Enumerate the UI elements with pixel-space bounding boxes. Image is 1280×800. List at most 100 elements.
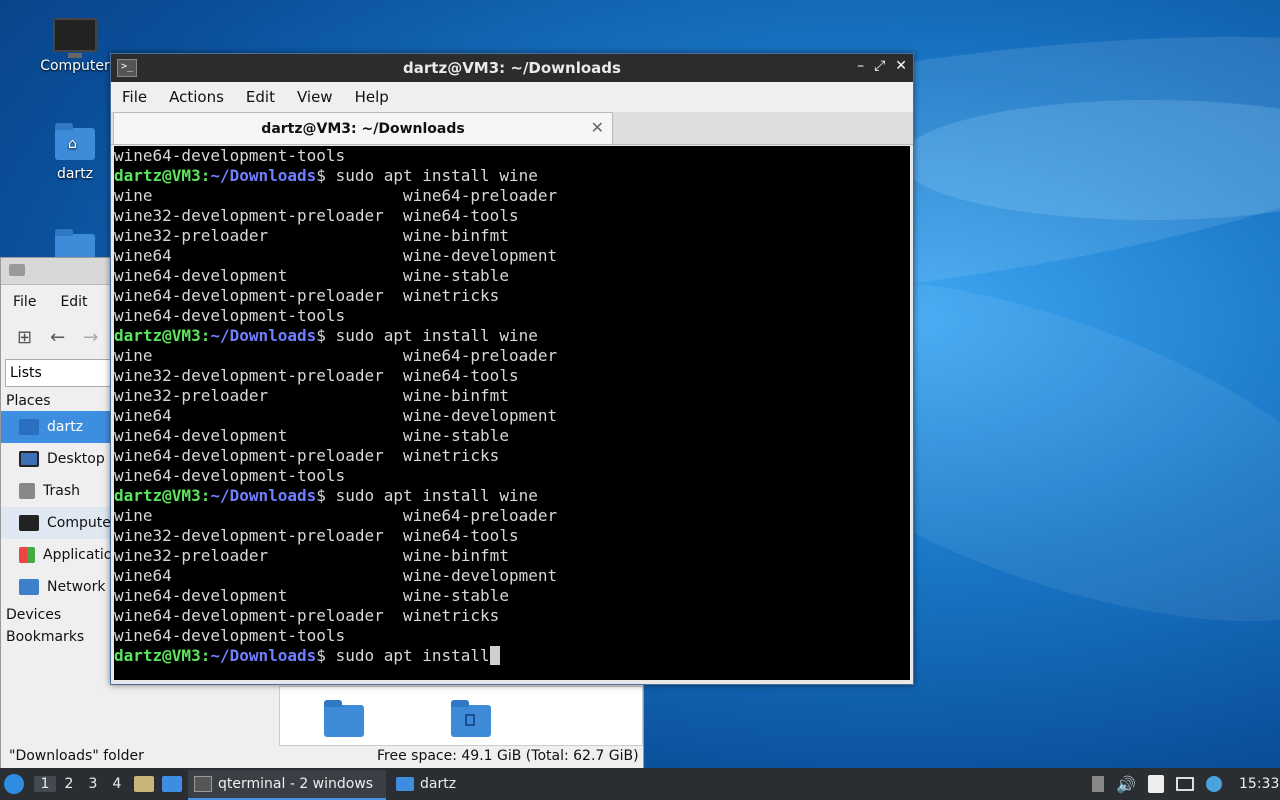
- prompt-user: dartz@VM3:: [114, 326, 211, 345]
- tab-close-icon[interactable]: ✕: [591, 118, 604, 137]
- prompt-directory: ~/Downloads: [210, 166, 317, 185]
- terminal-prompt-line: dartz@VM3:~/Downloads$ sudo apt install …: [114, 166, 910, 186]
- taskbar: 1 2 3 4 qterminal - 2 windows dartz 🔊 15…: [0, 768, 1280, 800]
- workspace-1[interactable]: 1: [34, 776, 56, 792]
- fm-menu-file[interactable]: File: [1, 294, 48, 310]
- place-desktop[interactable]: Desktop: [1, 443, 111, 475]
- lxqt-logo-icon: [4, 774, 24, 794]
- command-text: sudo apt install wine: [335, 486, 538, 505]
- tray-arrow-icon[interactable]: [1092, 776, 1104, 792]
- command-text: sudo apt install wine: [335, 166, 538, 185]
- fm-menu-edit[interactable]: Edit: [48, 294, 99, 310]
- terminal-output-line: wine32-preloader wine-binfmt: [114, 226, 509, 245]
- status-folder-label: "Downloads" folder: [9, 748, 144, 764]
- home-icon: [19, 419, 39, 435]
- start-menu-button[interactable]: [4, 768, 24, 800]
- terminal-menubar: File Actions Edit View Help: [111, 82, 913, 112]
- terminal-output-line: wine32-preloader wine-binfmt: [114, 546, 509, 565]
- place-applications[interactable]: Applicatio: [1, 539, 111, 571]
- prompt-symbol: $: [316, 166, 336, 185]
- terminal-output-line: wine64 wine-development: [114, 566, 558, 585]
- task-dartz[interactable]: dartz: [390, 770, 502, 798]
- maximize-icon[interactable]: ⤢: [874, 58, 885, 74]
- computer-icon: [19, 515, 39, 531]
- back-arrow-icon[interactable]: ←: [50, 327, 65, 348]
- terminal-output-line: wine wine64-preloader: [114, 506, 558, 525]
- terminal-output-line: wine64-development wine-stable: [114, 426, 509, 445]
- minimize-icon[interactable]: –: [857, 58, 864, 74]
- place-trash[interactable]: Trash: [1, 475, 111, 507]
- term-menu-help[interactable]: Help: [344, 88, 400, 106]
- term-menu-edit[interactable]: Edit: [235, 88, 286, 106]
- term-menu-file[interactable]: File: [111, 88, 158, 106]
- terminal-tab[interactable]: dartz@VM3: ~/Downloads ✕: [113, 112, 613, 144]
- place-dartz[interactable]: dartz: [1, 411, 111, 443]
- prompt-directory: ~/Downloads: [210, 326, 317, 345]
- terminal-output-line: wine64-development wine-stable: [114, 586, 509, 605]
- workspace-4[interactable]: 4: [106, 776, 128, 792]
- terminal-output-line: wine64-development-tools: [114, 466, 346, 485]
- network-icon: [19, 579, 39, 595]
- quicklaunch: [134, 768, 182, 800]
- workspace-2[interactable]: 2: [58, 776, 80, 792]
- folder-icon: [396, 777, 414, 791]
- workspace-3[interactable]: 3: [82, 776, 104, 792]
- clock[interactable]: 15:33: [1239, 768, 1279, 800]
- prompt-directory: ~/Downloads: [210, 486, 317, 505]
- side-pane-mode-select[interactable]: Lists: [5, 359, 121, 387]
- file-view[interactable]: [279, 686, 643, 746]
- document-folder-icon[interactable]: [451, 700, 491, 737]
- terminal-output-line: wine64-development-tools: [114, 306, 346, 325]
- file-manager-app-icon: [9, 264, 25, 276]
- prompt-symbol: $: [316, 646, 336, 665]
- home-folder-icon: ⌂: [55, 123, 95, 160]
- terminal-output[interactable]: wine64-development-tools dartz@VM3:~/Down…: [114, 146, 910, 680]
- term-menu-view[interactable]: View: [286, 88, 344, 106]
- terminal-output-line: wine64 wine-development: [114, 246, 558, 265]
- close-icon[interactable]: ✕: [895, 58, 907, 74]
- terminal-prompt-line: dartz@VM3:~/Downloads$ sudo apt install …: [114, 486, 910, 506]
- term-menu-actions[interactable]: Actions: [158, 88, 235, 106]
- applications-icon: [19, 547, 35, 563]
- volume-icon[interactable]: 🔊: [1116, 775, 1136, 794]
- terminal-output-line: wine64-development-tools: [114, 146, 346, 165]
- terminal-output-line: wine64-development-tools: [114, 626, 346, 645]
- forward-arrow-icon[interactable]: →: [83, 327, 98, 348]
- terminal-output-line: wine wine64-preloader: [114, 186, 558, 205]
- folder-icon[interactable]: [324, 700, 364, 737]
- system-tray: 🔊: [1092, 768, 1222, 800]
- trash-icon: [19, 483, 35, 499]
- prompt-user: dartz@VM3:: [114, 646, 211, 665]
- terminal-output-line: wine64-development-preloader winetricks: [114, 446, 500, 465]
- terminal-output-line: wine32-development-preloader wine64-tool…: [114, 206, 519, 225]
- terminal-titlebar[interactable]: >_ dartz@VM3: ~/Downloads – ⤢ ✕: [111, 54, 913, 82]
- terminal-output-line: wine wine64-preloader: [114, 346, 558, 365]
- desktop-icon-dartz[interactable]: ⌂ dartz: [30, 123, 120, 182]
- text-cursor: [489, 646, 500, 665]
- clipboard-icon[interactable]: [1147, 775, 1164, 793]
- terminal-output-line: wine64-development-preloader winetricks: [114, 606, 500, 625]
- command-text: sudo apt install: [335, 646, 490, 665]
- new-tab-icon[interactable]: ⊞: [17, 327, 32, 348]
- network-tray-icon[interactable]: [1175, 777, 1194, 791]
- prompt-user: dartz@VM3:: [114, 166, 211, 185]
- task-qterminal[interactable]: qterminal - 2 windows: [188, 770, 386, 800]
- file-manager-launcher-icon[interactable]: [134, 776, 154, 792]
- terminal-window-title: dartz@VM3: ~/Downloads: [403, 59, 621, 77]
- terminal-tab-label: dartz@VM3: ~/Downloads: [261, 120, 465, 137]
- terminal-output-line: wine32-development-preloader wine64-tool…: [114, 366, 519, 385]
- prompt-symbol: $: [316, 486, 336, 505]
- place-computer[interactable]: Compute: [1, 507, 111, 539]
- terminal-window[interactable]: >_ dartz@VM3: ~/Downloads – ⤢ ✕ File Act…: [110, 53, 914, 685]
- place-network[interactable]: Network: [1, 571, 111, 603]
- prompt-directory: ~/Downloads: [210, 646, 317, 665]
- terminal-output-line: wine64-development-preloader winetricks: [114, 286, 500, 305]
- desktop-icon: [19, 451, 39, 467]
- terminal-icon: [194, 776, 212, 792]
- computer-icon: [53, 18, 97, 58]
- terminal-output-line: wine32-development-preloader wine64-tool…: [114, 526, 519, 545]
- show-desktop-icon[interactable]: [162, 776, 182, 792]
- update-notifier-icon[interactable]: [1205, 776, 1222, 792]
- desktop-icon-computer[interactable]: Computer: [30, 18, 120, 74]
- prompt-symbol: $: [316, 326, 336, 345]
